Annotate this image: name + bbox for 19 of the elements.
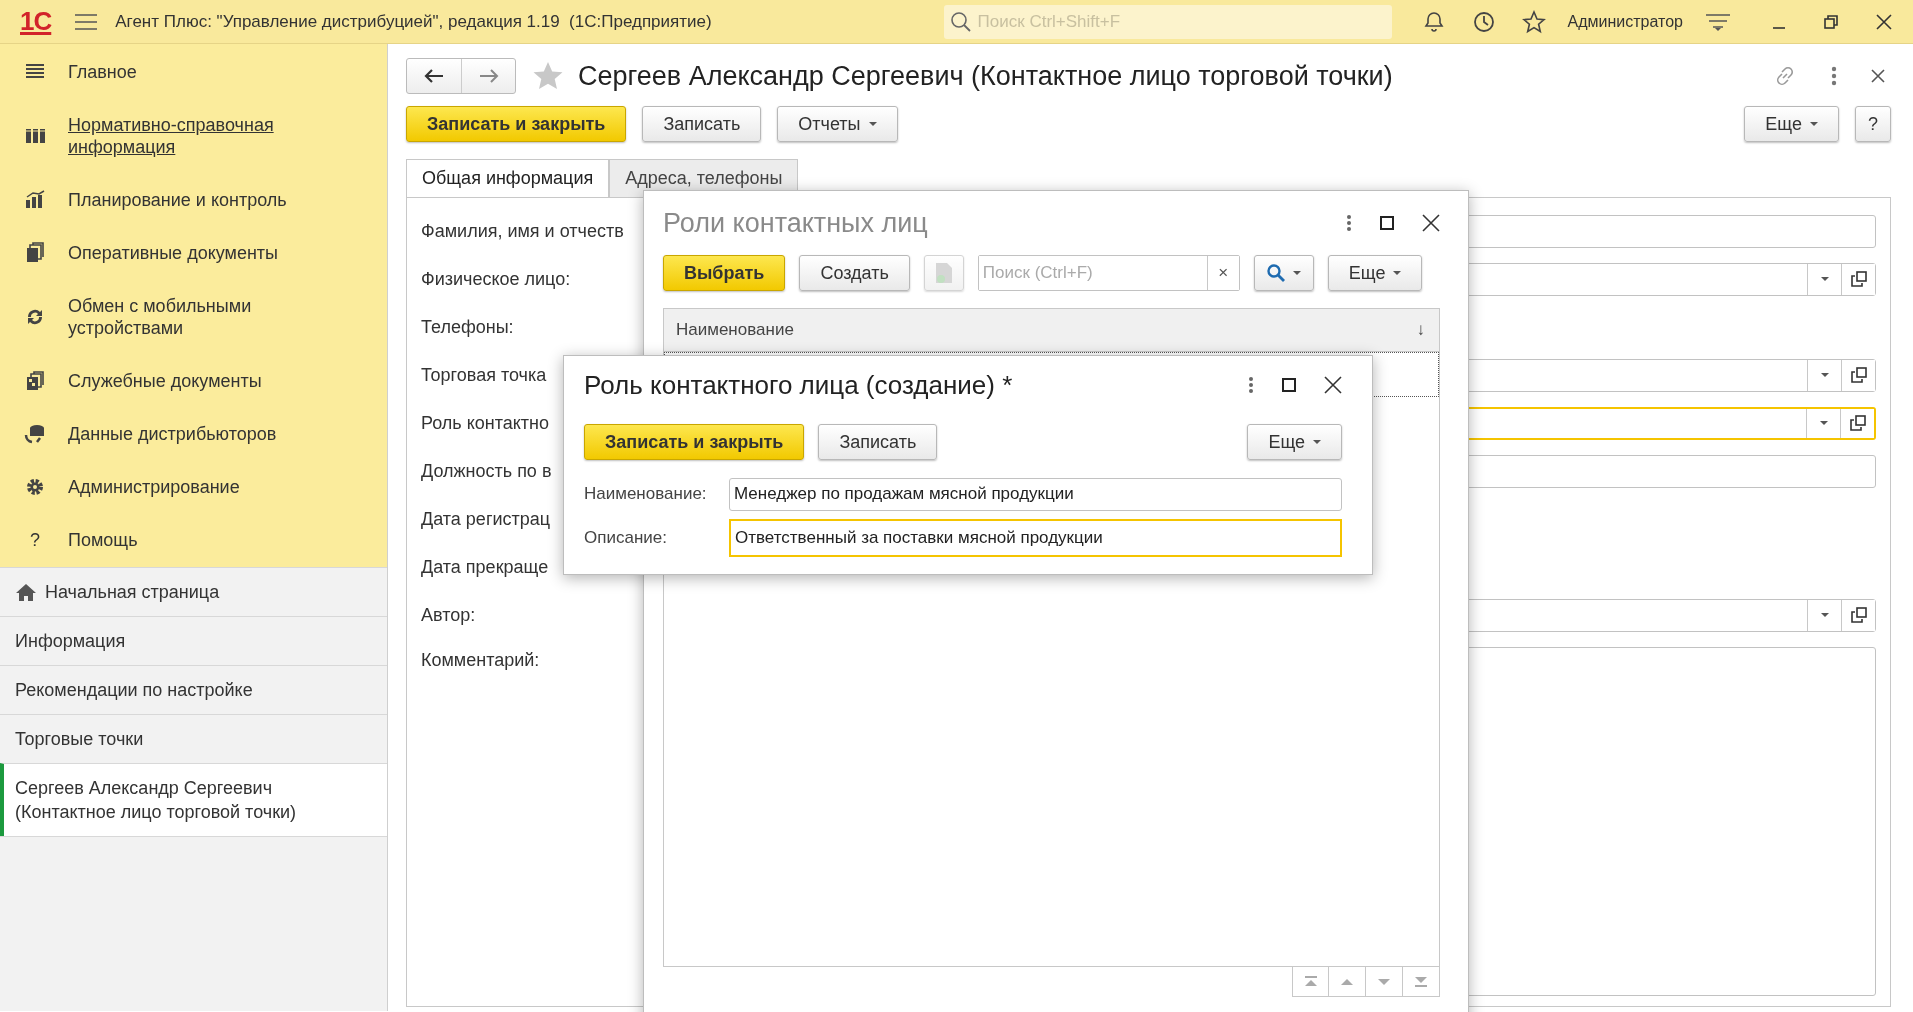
sort-icon: ↓ — [1416, 317, 1425, 343]
field-label: Физическое лицо: — [421, 268, 571, 289]
field-label: Телефоны: — [421, 316, 514, 337]
field-label: Дата регистрац — [421, 508, 551, 529]
field-label: Торговая точка — [421, 364, 547, 385]
field-label: Дата прекраще — [421, 556, 549, 577]
field-label: Фамилия, имя и отчеств — [421, 220, 624, 241]
field-label: Должность по в — [421, 460, 552, 481]
dialog-title: Роль контактного лица (создание) * — [584, 368, 1013, 402]
form-title: Сергеев Александр Сергеевич (Контактное лицо торговой точки) — [578, 59, 1393, 93]
field-label: Автор: — [421, 604, 476, 625]
logo: 1С — [20, 5, 52, 38]
field-label: Роль контактно — [421, 412, 550, 433]
help-icon: ? — [24, 529, 46, 551]
field-label: Комментарий: — [421, 650, 540, 670]
field-label: Наименование: — [584, 483, 708, 506]
dialog-title: Роли контактных лиц — [663, 206, 928, 240]
app-title: Агент Плюс: "Управление дистрибуцией", редакция 1.19 (1С:Предприятие) — [115, 10, 712, 33]
field-label: Описание: — [584, 527, 668, 550]
